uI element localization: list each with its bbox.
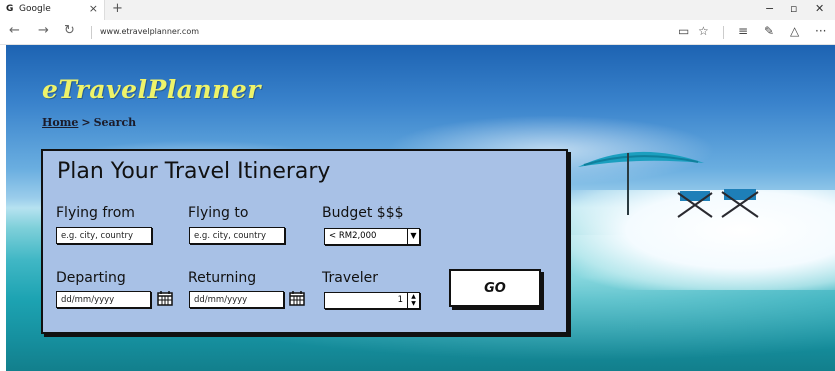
toolbar-divider [723, 26, 724, 39]
calendar-icon[interactable] [157, 291, 173, 306]
beach-chairs-image [677, 189, 759, 218]
budget-value: < RM2,000 [329, 231, 377, 241]
minimize-icon[interactable]: − [765, 2, 774, 15]
favorite-star-icon[interactable]: ☆ [698, 24, 709, 38]
web-note-icon[interactable]: ✎ [764, 24, 774, 38]
tab-close-icon[interactable]: × [89, 2, 98, 15]
traveler-label: Traveler [322, 270, 378, 286]
hub-icon[interactable]: ≡ [738, 24, 748, 38]
restore-icon[interactable]: ▫ [790, 2, 797, 15]
site-logo[interactable]: eTravelPlanner [42, 75, 261, 104]
flying-to-label: Flying to [188, 205, 249, 221]
form-title: Plan Your Travel Itinerary [57, 159, 331, 184]
travel-search-form: Plan Your Travel Itinerary Flying from F… [41, 149, 568, 334]
browser-tab-bar: G Google × + − ▫ ✕ [0, 0, 835, 20]
tab-title: Google [19, 4, 51, 14]
flying-to-input[interactable] [189, 227, 285, 244]
url-divider [91, 26, 92, 39]
more-icon[interactable]: ··· [815, 24, 826, 38]
share-icon[interactable]: △ [790, 24, 799, 38]
address-bar: ← → ↻ www.etravelplanner.com ▭ ☆ ≡ ✎ △ ·… [0, 20, 835, 45]
forward-icon[interactable]: → [38, 23, 49, 38]
breadcrumb-separator: > [81, 116, 91, 129]
breadcrumb-home-link[interactable]: Home [42, 116, 78, 129]
budget-label: Budget $$$ [322, 205, 404, 221]
close-window-icon[interactable]: ✕ [815, 2, 824, 15]
departing-date-input[interactable] [56, 291, 151, 308]
flying-from-label: Flying from [56, 205, 135, 221]
browser-tab[interactable]: G Google × [0, 0, 105, 20]
reading-view-icon[interactable]: ▭ [678, 24, 689, 38]
flying-from-input[interactable] [56, 227, 152, 244]
google-favicon-icon: G [6, 4, 14, 14]
go-button[interactable]: GO [449, 269, 541, 307]
stepper-arrows-icon[interactable]: ▲ ▼ [407, 293, 419, 308]
page-content: eTravelPlanner Home > Search Plan Your Tra… [6, 45, 835, 371]
url-field[interactable]: www.etravelplanner.com [100, 27, 199, 36]
breadcrumb-current: Search [93, 116, 137, 129]
new-tab-button[interactable]: + [112, 1, 123, 16]
returning-label: Returning [188, 270, 257, 286]
budget-select[interactable]: < RM2,000 ▼ [324, 228, 420, 245]
back-icon[interactable]: ← [9, 23, 20, 38]
calendar-icon[interactable] [289, 291, 305, 306]
departing-label: Departing [56, 270, 126, 286]
breadcrumb: Home > Search [42, 116, 136, 129]
traveler-stepper[interactable]: 1 ▲ ▼ [324, 292, 420, 309]
returning-date-input[interactable] [189, 291, 284, 308]
traveler-value: 1 [397, 295, 403, 305]
refresh-icon[interactable]: ↻ [64, 23, 75, 38]
chevron-down-icon[interactable]: ▼ [407, 229, 419, 244]
